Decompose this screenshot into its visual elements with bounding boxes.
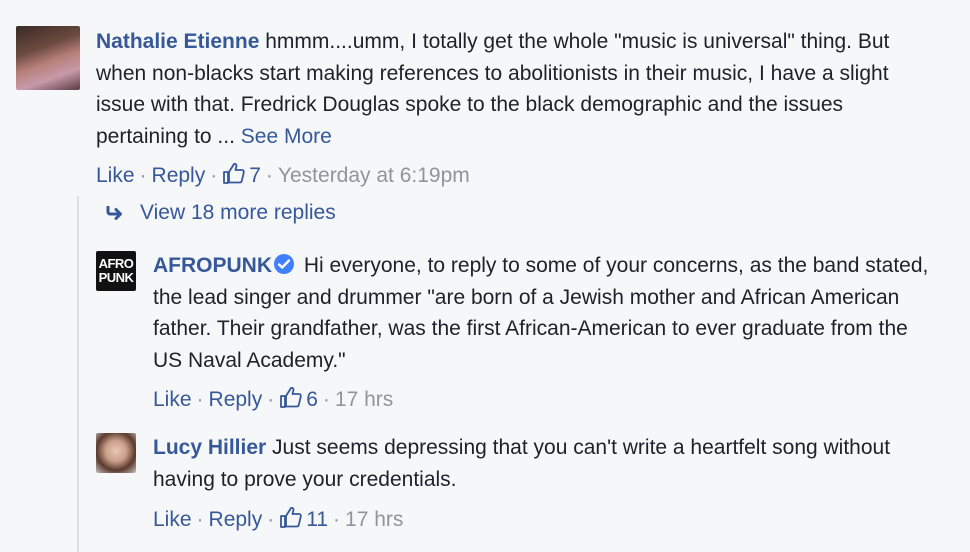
reply-link[interactable]: Reply	[209, 388, 263, 412]
reply-author[interactable]: Lucy Hillier	[153, 436, 266, 459]
avatar[interactable]	[96, 433, 136, 473]
separator-dot: ·	[267, 388, 275, 411]
comment-author[interactable]: Nathalie Etienne	[96, 30, 259, 53]
like-link[interactable]: Like	[153, 388, 192, 412]
like-link[interactable]: Like	[96, 164, 135, 188]
reply-body: Lucy Hillier Just seems depressing that …	[153, 432, 933, 495]
separator-dot: ·	[267, 508, 275, 531]
like-count[interactable]: 11	[306, 508, 328, 532]
reply-arrow-icon	[106, 206, 122, 220]
reply-link[interactable]: Reply	[152, 164, 206, 188]
comment-body: Nathalie Etienne hmmm....umm, I totally …	[96, 26, 916, 152]
thread-line	[77, 196, 79, 552]
separator-dot: ·	[322, 388, 330, 411]
timestamp[interactable]: 17 hrs	[335, 388, 393, 412]
reply-author[interactable]: AFROPUNK	[153, 254, 272, 277]
reply-link[interactable]: Reply	[209, 508, 263, 532]
thumbs-up-icon[interactable]	[279, 505, 303, 535]
separator-dot: ·	[210, 164, 218, 187]
reply-actions: Like · Reply · 11 · 17 hrs	[153, 505, 403, 535]
thumbs-up-icon[interactable]	[222, 161, 246, 191]
timestamp[interactable]: 17 hrs	[345, 508, 403, 532]
verified-badge-icon	[274, 254, 294, 274]
separator-dot: ·	[333, 508, 341, 531]
timestamp[interactable]: Yesterday at 6:19pm	[278, 164, 470, 188]
avatar-text: PUNK	[98, 270, 134, 285]
like-count[interactable]: 6	[306, 388, 318, 412]
avatar[interactable]	[16, 26, 80, 90]
like-link[interactable]: Like	[153, 508, 192, 532]
avatar[interactable]: AFRO PUNK	[96, 251, 136, 291]
thumbs-up-icon[interactable]	[279, 385, 303, 415]
like-count[interactable]: 7	[249, 164, 261, 188]
comment-actions: Like · Reply · 7 · Yesterday at 6:19pm	[96, 161, 470, 191]
reply-body: AFROPUNK Hi everyone, to reply to some o…	[153, 250, 933, 376]
separator-dot: ·	[196, 508, 204, 531]
separator-dot: ·	[196, 388, 204, 411]
reply-actions: Like · Reply · 6 · 17 hrs	[153, 385, 393, 415]
separator-dot: ·	[139, 164, 147, 187]
view-more-replies[interactable]: View 18 more replies	[106, 201, 336, 225]
separator-dot: ·	[265, 164, 273, 187]
see-more-link[interactable]: See More	[241, 125, 332, 148]
view-more-label[interactable]: View 18 more replies	[140, 201, 336, 225]
avatar-text: AFRO	[98, 256, 134, 271]
